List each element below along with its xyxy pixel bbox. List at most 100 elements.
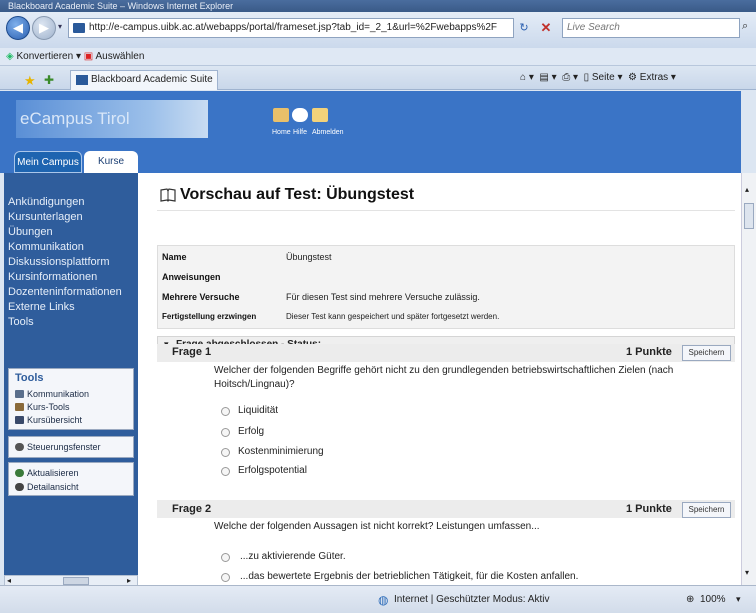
info-value-multiple-attempts: Für diesen Test sind mehrere Versuche zu…: [286, 292, 480, 302]
extras-menu-label: Extras: [639, 72, 669, 83]
q2-option-2-label: ...das bewertete Ergebnis der betrieblic…: [240, 571, 579, 582]
help-icon[interactable]: [292, 108, 308, 122]
sidebar-item-exercises[interactable]: Übungen: [8, 226, 53, 238]
question-1-save-button[interactable]: Speichern: [682, 345, 731, 361]
extras-menu[interactable]: ⚙ Extras ▾: [628, 72, 676, 83]
q1-option-4-radio[interactable]: [221, 467, 230, 476]
control-panel-button[interactable]: Steuerungsfenster: [8, 436, 134, 458]
detail-view-icon: [15, 483, 24, 491]
tool-course-overview[interactable]: Kursübersicht: [15, 415, 82, 425]
zoom-icon[interactable]: ⊕: [686, 594, 694, 605]
forward-button[interactable]: ▶: [32, 16, 56, 40]
print-icon[interactable]: ⎙ ▾: [562, 72, 578, 83]
globe-icon: ◍: [378, 593, 389, 607]
tool-course-overview-label: Kursübersicht: [27, 415, 83, 425]
search-icon[interactable]: ⌕: [742, 20, 748, 33]
browser-status-bar: ◍ Internet | Geschützter Modus: Aktiv ⊕ …: [0, 585, 756, 613]
window-title: Blackboard Academic Suite – Windows Inte…: [0, 0, 756, 12]
sidebar-item-tools[interactable]: Tools: [8, 316, 34, 328]
command-bar: ⌂ ▾ ▤ ▾ ⎙ ▾ ▯ Seite ▾ ⚙ Extras ▾: [520, 72, 676, 83]
refresh-icon[interactable]: ↻: [514, 18, 534, 38]
content-vertical-scrollbar[interactable]: ▴ ▾: [741, 173, 756, 585]
help-link[interactable]: Hilfe: [293, 129, 307, 136]
favorites-star-icon[interactable]: ★: [24, 73, 36, 89]
info-key-multiple-attempts: Mehrere Versuche: [162, 292, 240, 302]
page-menu[interactable]: ▯ Seite ▾: [584, 72, 623, 83]
sidebar-item-announcements[interactable]: Ankündigungen: [8, 196, 84, 208]
tools-heading: Tools: [15, 372, 44, 384]
q1-option-1-label: Liquidität: [238, 405, 279, 416]
browser-tab[interactable]: Blackboard Academic Suite: [70, 70, 218, 90]
sidebar-item-instructor-info[interactable]: Dozenteninformationen: [8, 286, 138, 298]
browser-tab-label: Blackboard Academic Suite: [91, 74, 213, 85]
q1-option-3-radio[interactable]: [221, 448, 230, 457]
question-2-save-button[interactable]: Speichern: [682, 502, 731, 518]
info-key-instructions: Anweisungen: [162, 272, 221, 282]
select-menu[interactable]: Auswählen: [95, 51, 144, 62]
home-link[interactable]: Home: [272, 129, 291, 136]
question-2-label: Frage 2: [172, 503, 212, 515]
control-panel-icon: [15, 443, 24, 451]
tool-communication[interactable]: Kommunikation: [15, 389, 89, 399]
refresh-link[interactable]: Aktualisieren: [15, 468, 79, 478]
add-favorite-icon[interactable]: ✚: [44, 73, 54, 87]
q1-option-1-radio[interactable]: [221, 407, 230, 416]
logo-text: eCampus Tirol: [20, 109, 130, 128]
scroll-up-icon[interactable]: ▴: [745, 185, 749, 194]
stop-icon[interactable]: ✕: [536, 18, 556, 38]
scroll-down-icon[interactable]: ▾: [745, 568, 749, 577]
back-button[interactable]: ◀: [6, 16, 30, 40]
tools-box: Tools Kommunikation Kurs-Tools Kursübers…: [8, 368, 134, 430]
question-1-label: Frage 1: [172, 346, 212, 358]
ecampus-logo[interactable]: eCampus Tirol: [16, 100, 208, 138]
security-zone[interactable]: Internet | Geschützter Modus: Aktiv: [394, 594, 549, 605]
view-box: Aktualisieren Detailansicht: [8, 462, 134, 496]
url-input[interactable]: http://e-campus.uibk.ac.at/webapps/porta…: [68, 18, 514, 38]
scroll-left-icon[interactable]: ◂: [7, 576, 11, 585]
home-icon[interactable]: ⌂ ▾: [520, 72, 534, 83]
scroll-thumb[interactable]: [744, 203, 754, 229]
zoom-dropdown-icon[interactable]: ▾: [736, 594, 741, 605]
detail-view-label: Detailansicht: [27, 482, 79, 492]
convert-menu[interactable]: Konvertieren: [16, 51, 73, 62]
home-icon[interactable]: [273, 108, 289, 122]
tab-kurse[interactable]: Kurse: [84, 151, 138, 173]
detail-view-link[interactable]: Detailansicht: [15, 482, 79, 492]
sidebar-item-course-info[interactable]: Kursinformationen: [8, 271, 97, 283]
info-value-name: Übungstest: [286, 252, 332, 262]
scroll-right-icon[interactable]: ▸: [127, 576, 131, 585]
select-icon: ▣: [83, 51, 94, 62]
chevron-down-icon[interactable]: ▾: [76, 51, 84, 62]
tool-communication-label: Kommunikation: [27, 389, 90, 399]
sidebar-item-communication[interactable]: Kommunikation: [8, 241, 84, 253]
tab-favicon-icon: [76, 75, 88, 85]
q1-option-2-radio[interactable]: [221, 428, 230, 437]
links-bar: ◈ Konvertieren ▾ ▣ Auswählen: [0, 48, 756, 66]
info-key-force-completion: Fertigstellung erzwingen: [162, 312, 257, 321]
logout-icon[interactable]: [312, 108, 328, 122]
history-dropdown-icon[interactable]: ▾: [58, 22, 62, 31]
tab-mein-campus[interactable]: Mein Campus: [14, 151, 82, 173]
question-1-points: 1 Punkte: [626, 346, 672, 358]
search-input[interactable]: Live Search: [562, 18, 740, 38]
tool-course-tools[interactable]: Kurs-Tools: [15, 402, 70, 412]
info-key-name: Name: [162, 252, 187, 262]
sidebar-item-course-materials[interactable]: Kursunterlagen: [8, 211, 83, 223]
question-1-text: Welcher der folgenden Begriffe gehört ni…: [214, 365, 674, 390]
map-icon: [15, 416, 24, 424]
sidebar-item-external-links[interactable]: Externe Links: [8, 301, 75, 313]
question-2-points: 1 Punkte: [626, 503, 672, 515]
feeds-icon[interactable]: ▤ ▾: [539, 72, 556, 83]
sidebar-item-discussion-board[interactable]: Diskussionsplattform: [8, 256, 109, 268]
tool-course-tools-label: Kurs-Tools: [27, 402, 70, 412]
logout-link[interactable]: Abmelden: [312, 129, 344, 136]
scroll-thumb[interactable]: [63, 577, 89, 585]
q2-option-2-radio[interactable]: [221, 573, 230, 582]
zoom-level[interactable]: 100%: [700, 594, 726, 605]
info-value-force-completion: Dieser Test kann gespeichert und später …: [286, 312, 500, 321]
q2-option-1-radio[interactable]: [221, 553, 230, 562]
question-2-text: Welche der folgenden Aussagen ist nicht …: [214, 521, 540, 532]
convert-icon: ◈: [6, 51, 14, 62]
refresh-icon: [15, 469, 24, 477]
q1-option-3-label: Kostenminimierung: [238, 446, 324, 457]
